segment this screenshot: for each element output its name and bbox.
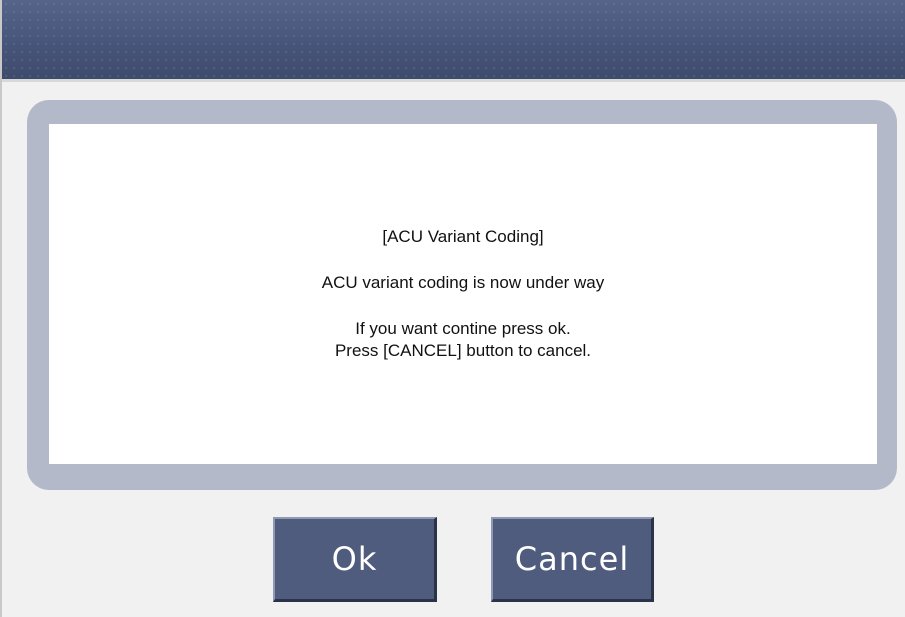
message-status: ACU variant coding is now under way — [321, 273, 605, 292]
message-panel: [ACU Variant Coding] ACU variant coding … — [49, 124, 877, 464]
message-title: [ACU Variant Coding] — [382, 227, 544, 246]
message-instruction-continue: If you want contine press ok. — [355, 319, 571, 338]
ok-button[interactable]: Ok — [273, 517, 437, 602]
message-frame: [ACU Variant Coding] ACU variant coding … — [27, 100, 897, 490]
title-bar — [2, 0, 905, 82]
dialog-window: [ACU Variant Coding] ACU variant coding … — [0, 0, 905, 617]
cancel-button[interactable]: Cancel — [491, 517, 654, 602]
message-instruction-cancel: Press [CANCEL] button to cancel. — [334, 341, 592, 360]
